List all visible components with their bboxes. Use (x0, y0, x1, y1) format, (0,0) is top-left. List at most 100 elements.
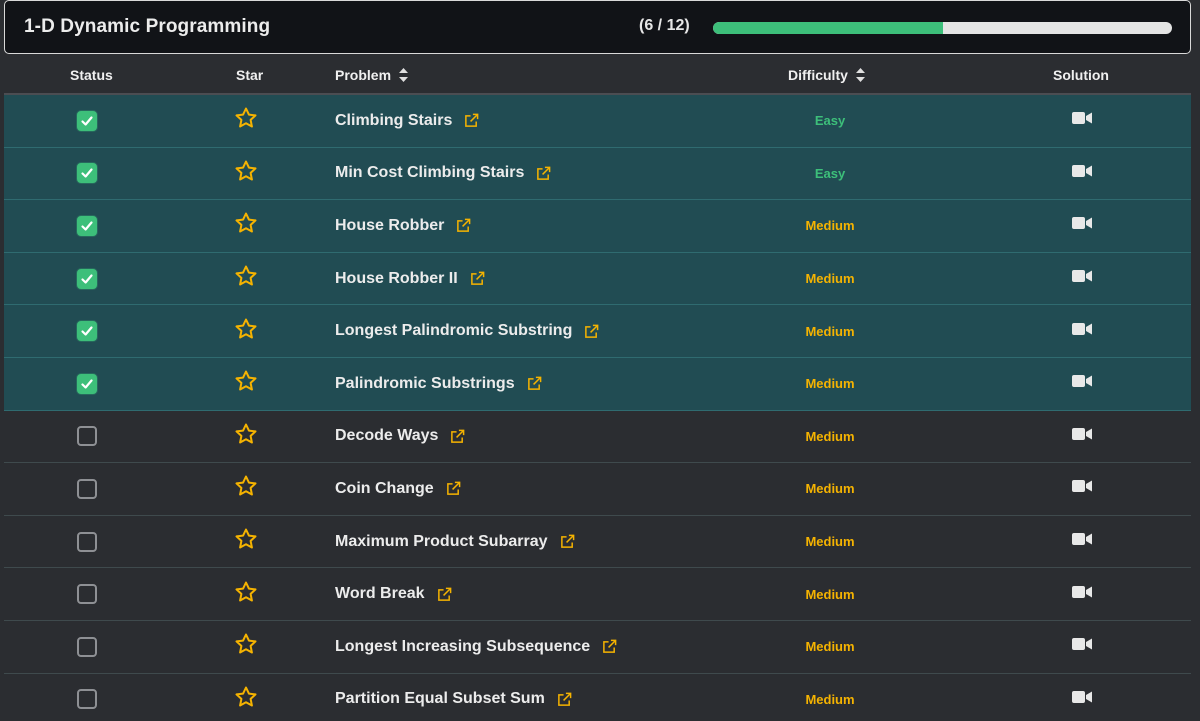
column-status: Status (70, 67, 113, 83)
star-icon[interactable] (234, 159, 258, 188)
problem-cell: Palindromic Substrings (335, 358, 542, 410)
star-icon[interactable] (234, 264, 258, 293)
star-icon[interactable] (234, 685, 258, 714)
table-row: Longest Increasing Subsequence Medium (4, 620, 1191, 674)
status-checkbox[interactable] (77, 689, 97, 710)
video-camera-icon[interactable] (1072, 479, 1092, 498)
problem-link[interactable]: Longest Palindromic Substring (335, 322, 572, 340)
table-row: Palindromic Substrings Medium (4, 357, 1191, 411)
status-cell (77, 358, 97, 410)
problems-table: Status Star Problem Difficulty Solution … (4, 57, 1191, 721)
star-cell (234, 674, 258, 721)
difficulty-cell: Medium (780, 358, 880, 410)
difficulty-cell: Medium (780, 411, 880, 463)
problem-link[interactable]: Decode Ways (335, 427, 438, 445)
video-camera-icon[interactable] (1072, 374, 1092, 393)
star-icon[interactable] (234, 422, 258, 451)
star-icon[interactable] (234, 106, 258, 135)
status-checkbox[interactable] (77, 636, 97, 657)
star-cell (234, 148, 258, 200)
status-checkbox[interactable] (77, 321, 97, 342)
video-camera-icon[interactable] (1072, 216, 1092, 235)
difficulty-badge: Medium (805, 428, 855, 444)
problem-cell: Coin Change (335, 463, 461, 515)
problem-link[interactable]: Word Break (335, 585, 425, 603)
difficulty-badge: Medium (805, 639, 855, 655)
solution-cell (1072, 148, 1092, 200)
problem-link[interactable]: House Robber II (335, 270, 458, 288)
difficulty-badge: Medium (805, 481, 855, 497)
status-checkbox[interactable] (77, 584, 97, 605)
external-link-icon[interactable] (557, 692, 572, 707)
star-icon[interactable] (234, 211, 258, 240)
section-header[interactable]: 1-D Dynamic Programming (6 / 12) (4, 0, 1191, 54)
status-checkbox[interactable] (77, 531, 97, 552)
column-status-label: Status (70, 67, 113, 83)
external-link-icon[interactable] (456, 218, 471, 233)
column-star-label: Star (236, 67, 264, 83)
star-icon[interactable] (234, 527, 258, 556)
star-icon[interactable] (234, 317, 258, 346)
video-camera-icon[interactable] (1072, 532, 1092, 551)
external-link-icon[interactable] (527, 376, 542, 391)
video-camera-icon[interactable] (1072, 427, 1092, 446)
video-camera-icon[interactable] (1072, 164, 1092, 183)
solution-cell (1072, 200, 1092, 252)
problem-link[interactable]: House Robber (335, 217, 444, 235)
problem-link[interactable]: Partition Equal Subset Sum (335, 690, 545, 708)
status-checkbox[interactable] (77, 426, 97, 447)
star-icon[interactable] (234, 474, 258, 503)
progress-bar-fill (713, 22, 943, 34)
video-camera-icon[interactable] (1072, 637, 1092, 656)
external-link-icon[interactable] (470, 271, 485, 286)
star-cell (234, 411, 258, 463)
video-camera-icon[interactable] (1072, 585, 1092, 604)
difficulty-cell: Medium (780, 200, 880, 252)
status-checkbox[interactable] (77, 373, 97, 394)
problem-cell: Climbing Stairs (335, 95, 479, 147)
sort-icon[interactable] (399, 68, 409, 82)
problem-link[interactable]: Min Cost Climbing Stairs (335, 164, 524, 182)
status-checkbox[interactable] (77, 163, 97, 184)
status-cell (77, 200, 97, 252)
problem-link[interactable]: Climbing Stairs (335, 112, 452, 130)
status-cell (77, 463, 97, 515)
external-link-icon[interactable] (450, 429, 465, 444)
sort-icon[interactable] (855, 68, 865, 82)
status-checkbox[interactable] (77, 110, 97, 131)
progress-count: (6 / 12) (639, 17, 690, 34)
solution-cell (1072, 358, 1092, 410)
problem-link[interactable]: Longest Increasing Subsequence (335, 638, 590, 656)
external-link-icon[interactable] (602, 639, 617, 654)
external-link-icon[interactable] (437, 587, 452, 602)
difficulty-cell: Medium (780, 568, 880, 620)
external-link-icon[interactable] (560, 534, 575, 549)
status-cell (77, 95, 97, 147)
video-camera-icon[interactable] (1072, 111, 1092, 130)
external-link-icon[interactable] (446, 481, 461, 496)
external-link-icon[interactable] (584, 324, 599, 339)
status-checkbox[interactable] (77, 215, 97, 236)
difficulty-cell: Easy (780, 148, 880, 200)
difficulty-badge: Medium (805, 271, 855, 287)
external-link-icon[interactable] (536, 166, 551, 181)
solution-cell (1072, 621, 1092, 673)
star-icon[interactable] (234, 632, 258, 661)
status-cell (77, 568, 97, 620)
star-icon[interactable] (234, 580, 258, 609)
star-cell (234, 568, 258, 620)
column-problem[interactable]: Problem (335, 67, 409, 83)
column-difficulty[interactable]: Difficulty (788, 67, 865, 83)
status-cell (77, 411, 97, 463)
status-checkbox[interactable] (77, 268, 97, 289)
video-camera-icon[interactable] (1072, 269, 1092, 288)
problem-link[interactable]: Maximum Product Subarray (335, 533, 548, 551)
star-icon[interactable] (234, 369, 258, 398)
problem-link[interactable]: Palindromic Substrings (335, 375, 515, 393)
video-camera-icon[interactable] (1072, 322, 1092, 341)
status-checkbox[interactable] (77, 478, 97, 499)
external-link-icon[interactable] (464, 113, 479, 128)
video-camera-icon[interactable] (1072, 690, 1092, 709)
table-row: House Robber II Medium (4, 252, 1191, 306)
problem-link[interactable]: Coin Change (335, 480, 434, 498)
